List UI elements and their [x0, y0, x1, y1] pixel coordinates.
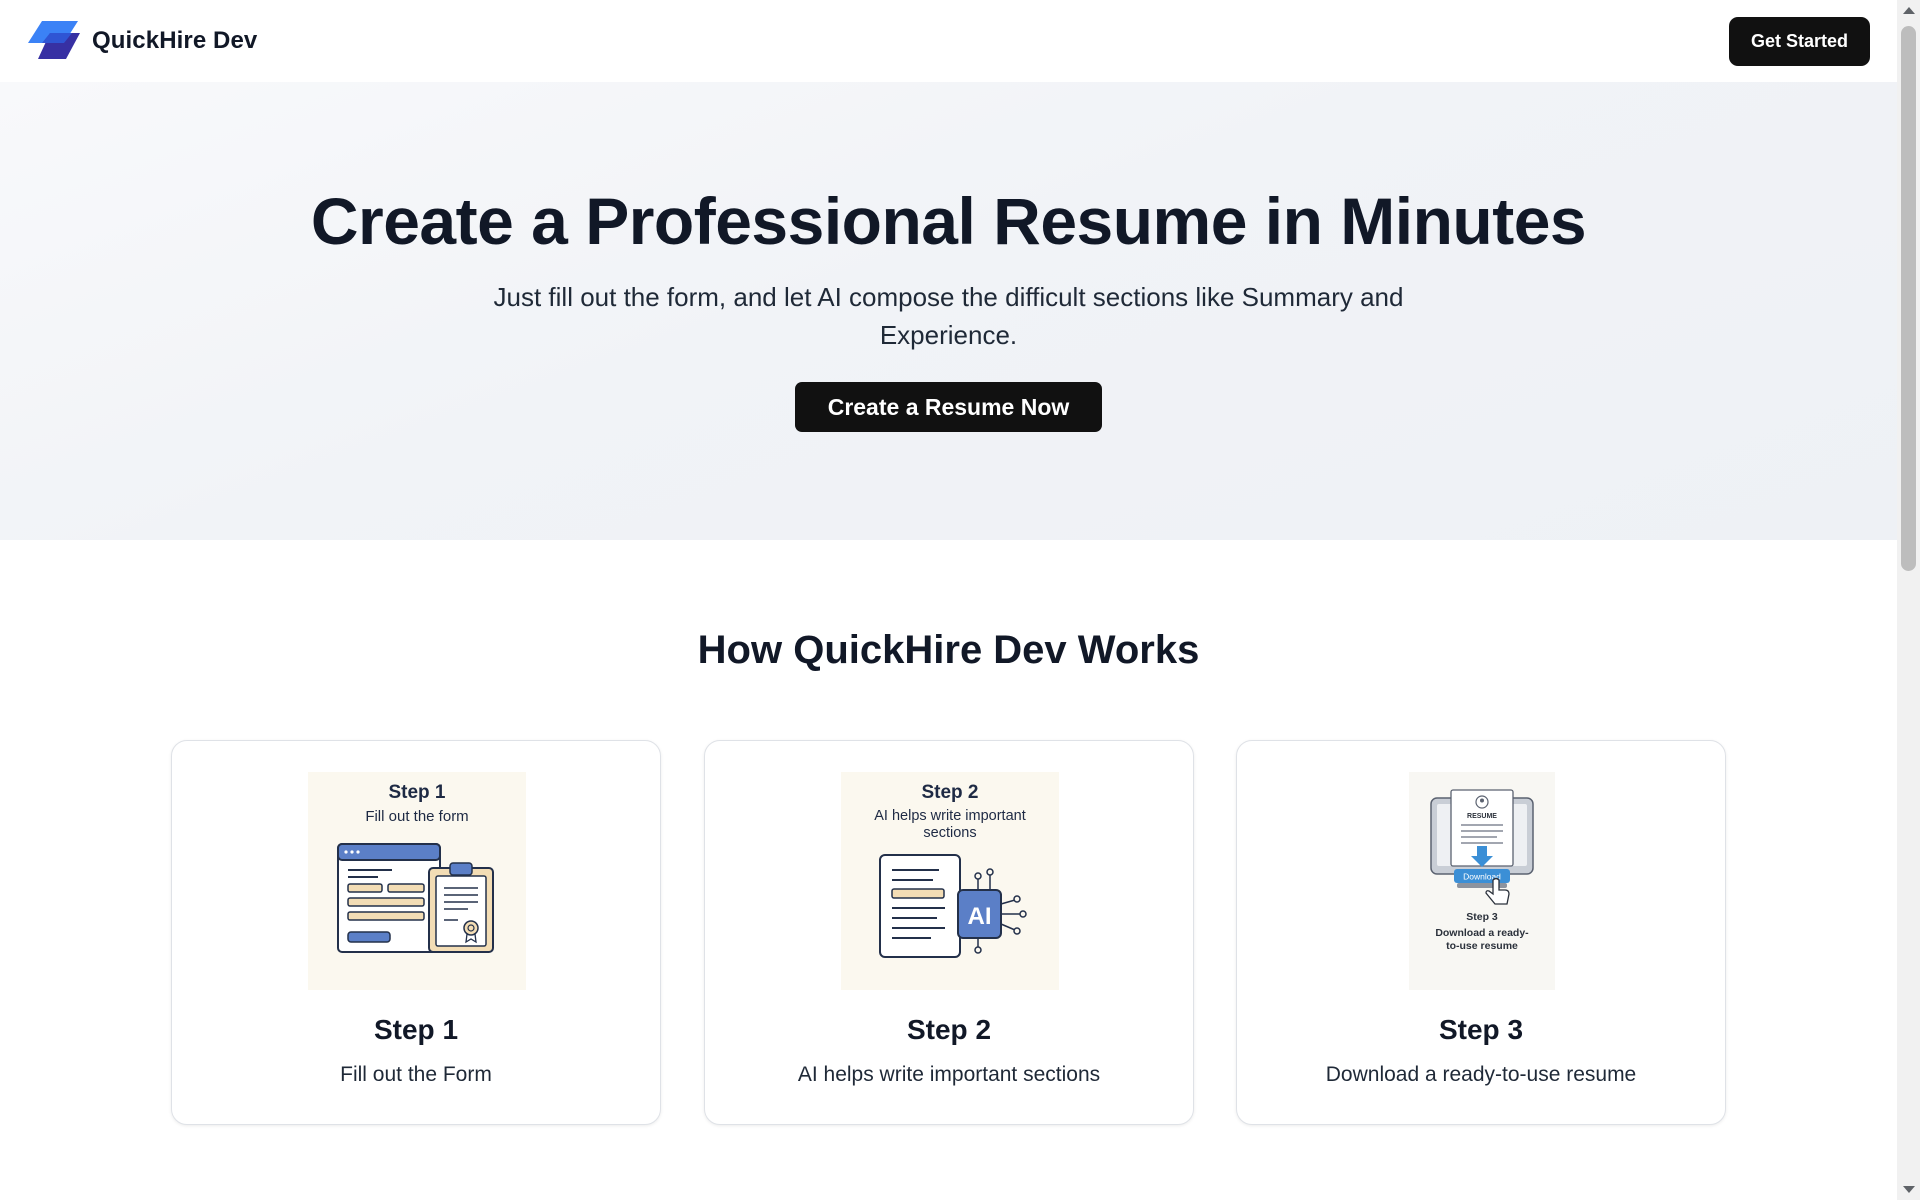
create-resume-button[interactable]: Create a Resume Now — [795, 382, 1102, 432]
illus-3-caption-line1: Download a ready- — [1435, 927, 1529, 939]
step-1-description: Fill out the Form — [340, 1063, 492, 1086]
illus-3-doc-label: RESUME — [1467, 813, 1497, 820]
illus-3-heading: Step 3 — [1466, 911, 1498, 923]
site-header: QuickHire Dev Get Started — [0, 0, 1897, 82]
document-ai-chip-icon: Step 2 AI helps write important sections… — [841, 772, 1059, 990]
step-3-title: Step 3 — [1438, 1014, 1524, 1045]
scroll-down-arrow-icon[interactable] — [1903, 1186, 1915, 1193]
form-clipboard-icon: Step 1 Fill out the form — [308, 772, 526, 990]
illus-2-heading: Step 2 — [921, 782, 978, 803]
get-started-button[interactable]: Get Started — [1729, 16, 1870, 66]
hero-section: Create a Professional Resume in Minutes … — [0, 82, 1897, 540]
ai-chip-label: AI — [968, 903, 992, 930]
vertical-scrollbar[interactable] — [1897, 0, 1920, 1200]
how-it-works-title: How QuickHire Dev Works — [697, 628, 1200, 672]
brand[interactable]: QuickHire Dev — [28, 21, 257, 61]
step-2-description: AI helps write important sections — [797, 1063, 1101, 1086]
stacked-parallelogram-logo-icon — [28, 21, 80, 59]
step-card-3: RESUME Download Step 3 Download a ready-… — [1236, 740, 1726, 1125]
scroll-up-arrow-icon[interactable] — [1903, 7, 1915, 14]
illus-2-caption-line2: sections — [923, 825, 976, 841]
illus-1-heading: Step 1 — [388, 782, 445, 803]
illus-1-caption: Fill out the form — [365, 808, 468, 825]
brand-name: QuickHire Dev — [92, 27, 258, 54]
step-card-1: Step 1 Fill out the form Step 1 Fill out… — [171, 740, 661, 1125]
step-card-2: Step 2 AI helps write important sections… — [704, 740, 1194, 1125]
step-3-description: Download a ready-to-use resume — [1325, 1063, 1637, 1086]
step-1-title: Step 1 — [373, 1014, 459, 1045]
hero-title: Create a Professional Resume in Minutes — [310, 184, 1587, 258]
illus-2-caption-line1: AI helps write important — [874, 808, 1026, 824]
step-2-title: Step 2 — [906, 1014, 992, 1045]
hero-subtitle: Just fill out the form, and let AI compo… — [493, 282, 1404, 350]
illus-3-caption-line2: to-use resume — [1446, 940, 1518, 952]
scrollbar-thumb[interactable] — [1901, 26, 1916, 571]
monitor-download-icon: RESUME Download Step 3 Download a ready-… — [1409, 772, 1555, 990]
